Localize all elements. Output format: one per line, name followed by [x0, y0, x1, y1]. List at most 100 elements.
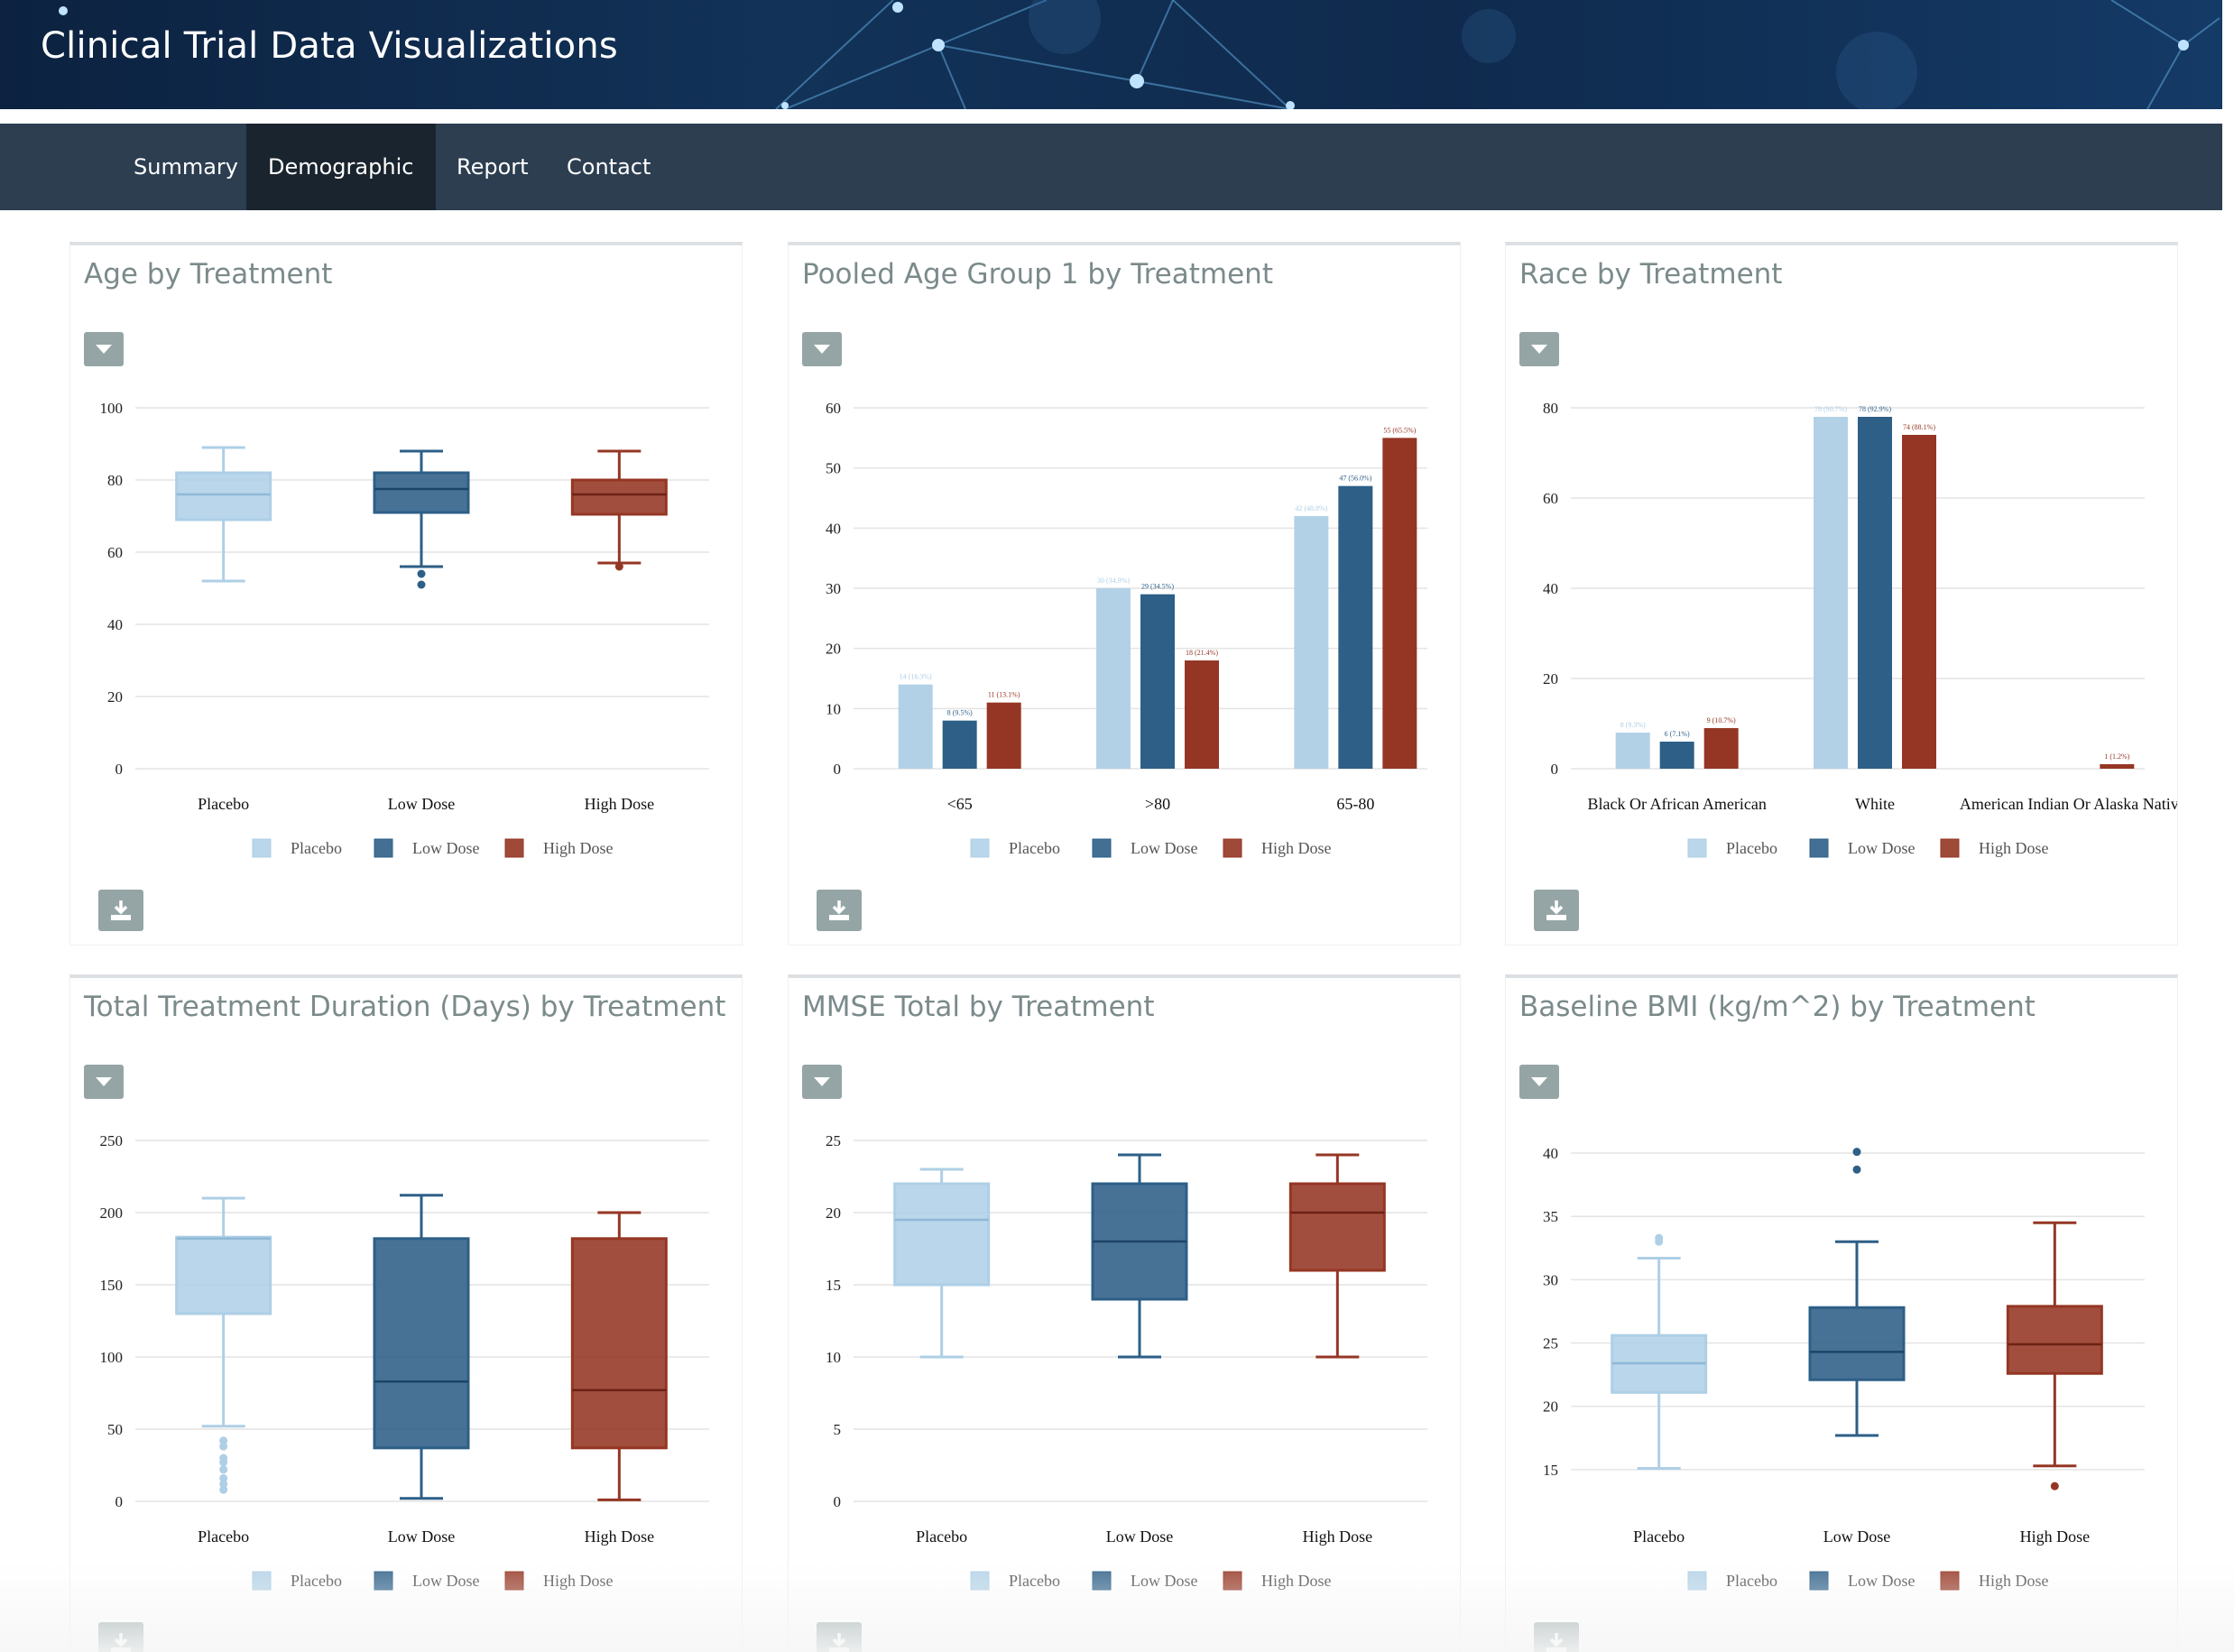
y-tick-label: 15: [826, 1277, 841, 1294]
download-button[interactable]: [817, 890, 862, 931]
legend-label: Low Dose: [1131, 839, 1198, 857]
download-icon: [829, 900, 849, 920]
panel-title: Total Treatment Duration (Days) by Treat…: [84, 991, 726, 1023]
bmi-box-chart: 15 20 25 30 35 40 Placebo Low Dose High Dose Plac…: [1543, 1145, 2145, 1591]
y-tick-label: 20: [1543, 1398, 1558, 1416]
download-button[interactable]: [98, 890, 143, 931]
panel-race-by-treatment: Race by Treatment 0 20 40 60 80 8 (9.3%) 78 (9…: [1505, 242, 2178, 946]
x-tick-label: Placebo: [916, 1527, 967, 1546]
y-tick-label: 0: [1551, 761, 1559, 778]
x-tick-label: American Indian Or Alaska Native: [1960, 795, 2177, 813]
nav-report[interactable]: Report: [435, 124, 550, 210]
legend-label: Placebo: [1726, 1572, 1777, 1590]
panel-title: MMSE Total by Treatment: [802, 991, 1155, 1023]
y-tick-label: 40: [826, 520, 841, 537]
download-button[interactable]: [98, 1622, 143, 1652]
x-tick-label: Low Dose: [388, 1527, 456, 1546]
legend-swatch: [504, 838, 524, 858]
box-outlier: [219, 1442, 228, 1451]
box-outlier: [2050, 1481, 2059, 1490]
y-tick-label: 0: [115, 1493, 124, 1510]
bar-data-label: 74 (88.1%): [1903, 423, 1935, 431]
legend-label: High Dose: [1261, 1572, 1332, 1590]
y-tick-label: 80: [107, 472, 123, 489]
bar-data-label: 29 (34.5%): [1141, 583, 1174, 591]
legend-swatch: [252, 838, 272, 858]
legend-swatch: [374, 838, 393, 858]
legend-swatch: [970, 1571, 990, 1591]
legend-label: Placebo: [291, 1572, 342, 1590]
download-button[interactable]: [1534, 1622, 1579, 1652]
download-icon: [111, 900, 131, 920]
box-iqr: [893, 1182, 991, 1287]
box-iqr: [570, 478, 668, 516]
bar: [1703, 728, 1739, 769]
nav-demographic-dropdown[interactable]: Demographic: [246, 124, 436, 258]
x-tick-label: Low Dose: [1106, 1527, 1174, 1546]
chart-menu-button[interactable]: [1519, 332, 1559, 366]
download-button[interactable]: [817, 1622, 862, 1652]
legend-label: Low Dose: [412, 1572, 480, 1590]
y-tick-label: 0: [834, 1493, 842, 1510]
panel-baseline-bmi: Baseline BMI (kg/m^2) by Treatment 15 20 2…: [1505, 974, 2178, 1652]
y-tick-label: 25: [826, 1132, 841, 1149]
legend-label: Placebo: [1726, 839, 1777, 857]
legend-label: Low Dose: [1848, 1572, 1916, 1590]
bar: [1140, 594, 1175, 769]
chart-menu-button[interactable]: [84, 1065, 124, 1099]
age-box-chart: 0 20 40 60 80 100 Placebo Low Dose High Dose Plac…: [100, 400, 709, 858]
bar: [898, 684, 933, 769]
y-tick-label: 80: [1543, 400, 1558, 417]
legend-label: Low Dose: [412, 839, 480, 857]
legend-swatch: [252, 1571, 272, 1591]
bar: [1096, 588, 1131, 769]
bar-data-label: 30 (34.9%): [1097, 577, 1130, 585]
x-tick-label: Low Dose: [388, 795, 456, 813]
bar-data-label: 6 (7.1%): [1665, 730, 1690, 738]
y-tick-label: 5: [834, 1421, 842, 1438]
bar: [2100, 764, 2135, 769]
nav-contact[interactable]: Contact: [545, 124, 672, 210]
legend-swatch: [1092, 838, 1112, 858]
box-outlier: [1852, 1148, 1861, 1157]
legend-swatch: [1223, 1571, 1242, 1591]
box-iqr: [2006, 1305, 2103, 1375]
bar-data-label: 78 (90.7%): [1814, 405, 1847, 413]
box-iqr: [570, 1237, 668, 1450]
bar-data-label: 18 (21.4%): [1186, 649, 1218, 657]
panel-treatment-duration: Total Treatment Duration (Days) by Treat…: [69, 974, 743, 1652]
chart-menu-button[interactable]: [84, 332, 124, 366]
legend-label: High Dose: [1979, 1572, 2049, 1590]
y-tick-label: 40: [1543, 1145, 1558, 1162]
y-tick-label: 20: [826, 641, 841, 658]
nav-demographic-label: Demographic: [268, 154, 414, 180]
chart-menu-button[interactable]: [802, 1065, 842, 1099]
box-iqr: [373, 1237, 470, 1450]
legend-label: Low Dose: [1848, 839, 1916, 857]
chart-menu-button[interactable]: [1519, 1065, 1559, 1099]
x-tick-label: White: [1855, 795, 1895, 813]
y-tick-label: 40: [1543, 580, 1558, 597]
legend-swatch: [970, 838, 990, 858]
y-tick-label: 20: [826, 1204, 841, 1222]
bar-data-label: 1 (1.2%): [2104, 752, 2129, 761]
box-iqr: [1288, 1182, 1386, 1272]
bar-data-label: 42 (48.8%): [1295, 504, 1327, 512]
chart-menu-button[interactable]: [802, 332, 842, 366]
panel-title: Age by Treatment: [84, 258, 333, 291]
nav-summary[interactable]: Summary: [112, 124, 260, 210]
legend-label: High Dose: [543, 839, 614, 857]
x-tick-label: 65-80: [1336, 795, 1374, 813]
x-tick-label: High Dose: [1303, 1527, 1373, 1546]
x-tick-label: <65: [947, 795, 973, 813]
y-tick-label: 250: [100, 1132, 124, 1149]
box-outlier: [219, 1465, 228, 1474]
box-outlier: [614, 562, 623, 571]
box-outlier: [417, 569, 426, 578]
download-button[interactable]: [1534, 890, 1579, 931]
legend-swatch: [1940, 1571, 1960, 1591]
box-outlier: [219, 1458, 228, 1467]
bar: [1185, 660, 1219, 769]
legend-swatch: [1809, 1571, 1829, 1591]
legend-label: High Dose: [543, 1572, 614, 1590]
